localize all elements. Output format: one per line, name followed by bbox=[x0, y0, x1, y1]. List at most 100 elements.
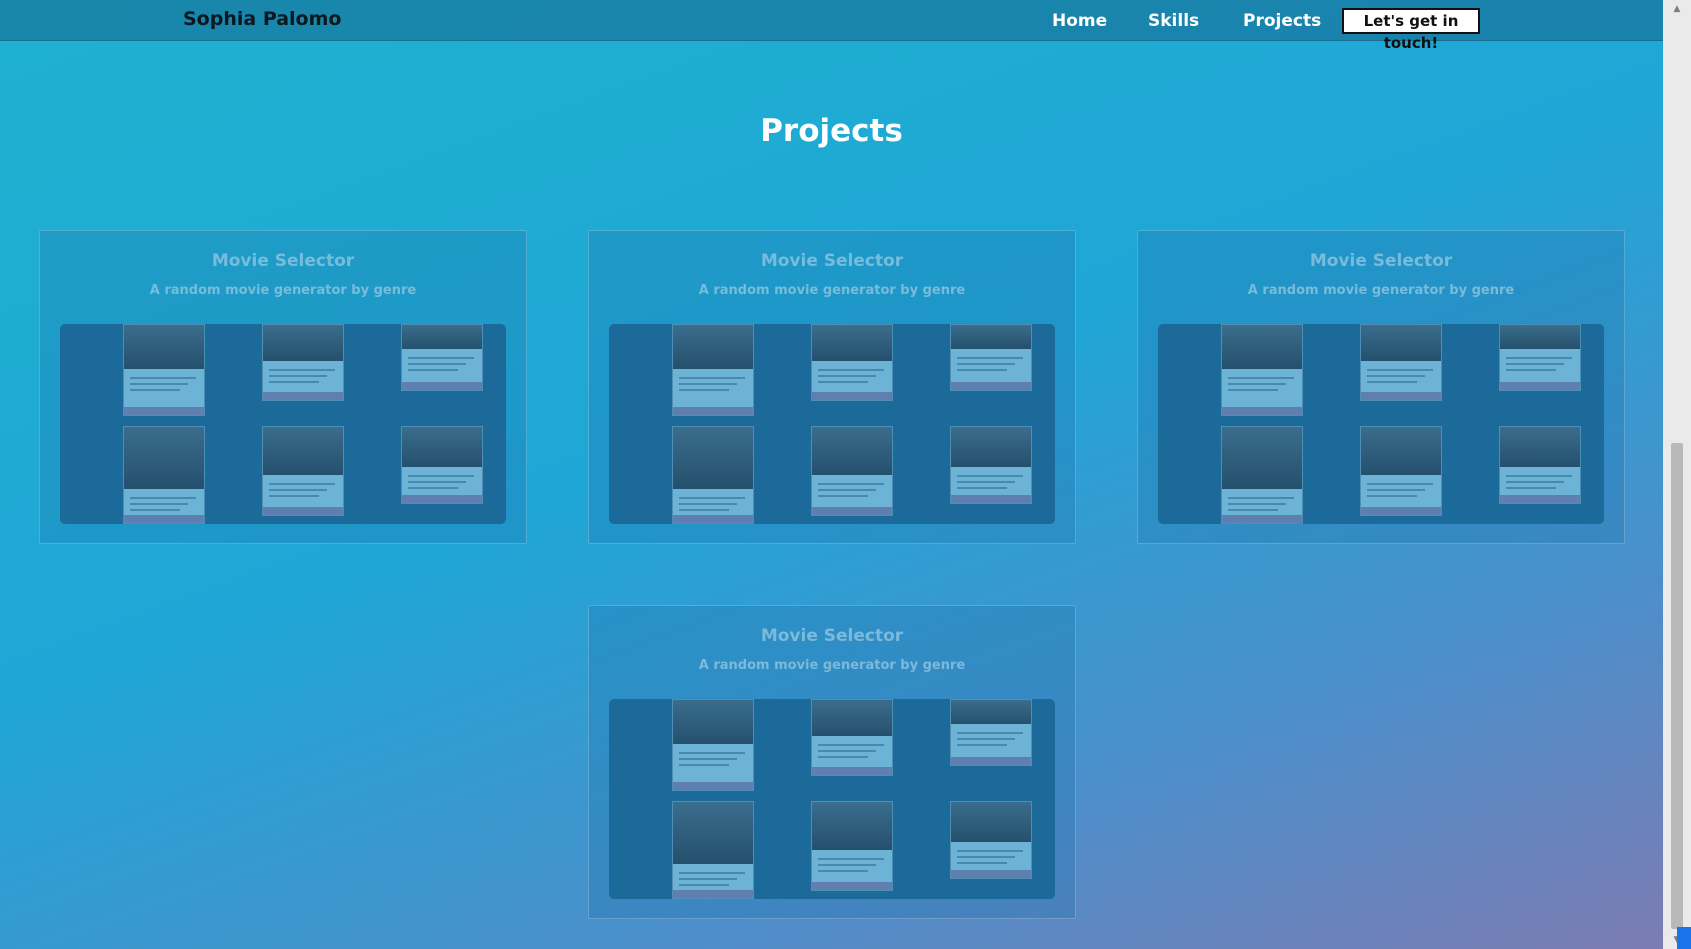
thumbnail-caption bbox=[812, 882, 892, 890]
top-navbar: Sophia Palomo Home Skills Projects Let's… bbox=[0, 0, 1663, 52]
thumbnail-text-line bbox=[408, 481, 466, 483]
thumbnail-text-line bbox=[408, 487, 458, 489]
thumbnail-caption bbox=[124, 407, 204, 415]
thumbnail-text-line bbox=[269, 483, 335, 485]
thumbnail-tile bbox=[811, 801, 893, 891]
thumbnail-text-line bbox=[818, 756, 868, 758]
project-card[interactable]: Movie Selector A random movie generator … bbox=[588, 230, 1076, 544]
thumbnail-tile bbox=[262, 324, 344, 401]
nav-home-link[interactable]: Home bbox=[1052, 11, 1107, 31]
thumbnail-photo bbox=[812, 325, 892, 361]
thumbnail-caption bbox=[673, 890, 753, 898]
thumbnail-text-line bbox=[818, 369, 884, 371]
thumbnail-text-line bbox=[679, 383, 737, 385]
thumbnail-tile bbox=[672, 324, 754, 416]
thumbnail-caption bbox=[263, 507, 343, 515]
thumbnail-caption bbox=[951, 382, 1031, 390]
thumbnail-text-line bbox=[679, 878, 737, 880]
project-card[interactable]: Movie Selector A random movie generator … bbox=[588, 605, 1076, 919]
thumbnail-text-line bbox=[957, 363, 1015, 365]
thumbnail-text-line bbox=[679, 752, 745, 754]
thumbnail-text-line bbox=[269, 381, 319, 383]
thumbnail-text-line bbox=[130, 377, 196, 379]
nav-projects-link[interactable]: Projects bbox=[1243, 11, 1321, 31]
thumbnail-text-line bbox=[818, 495, 868, 497]
thumbnail-photo bbox=[1500, 325, 1580, 349]
thumbnail-photo bbox=[124, 427, 204, 489]
thumbnail-text-line bbox=[1367, 381, 1417, 383]
thumbnail-text-line bbox=[1367, 495, 1417, 497]
project-subtitle: A random movie generator by genre bbox=[149, 283, 417, 298]
thumbnail-text-line bbox=[408, 363, 466, 365]
corner-indicator bbox=[1677, 927, 1691, 949]
project-subtitle: A random movie generator by genre bbox=[698, 283, 966, 298]
project-card[interactable]: Movie Selector A random movie generator … bbox=[1137, 230, 1625, 544]
thumbnail-caption bbox=[263, 392, 343, 400]
scroll-up-arrow-icon[interactable]: ▲ bbox=[1663, 0, 1691, 18]
thumbnail-tile bbox=[811, 324, 893, 401]
thumbnail-text-line bbox=[957, 744, 1007, 746]
thumbnail-photo bbox=[263, 325, 343, 361]
thumbnail-text-line bbox=[957, 487, 1007, 489]
brand-name[interactable]: Sophia Palomo bbox=[183, 8, 341, 30]
project-title: Movie Selector bbox=[760, 251, 904, 271]
thumbnail-photo bbox=[812, 802, 892, 850]
thumbnail-photo bbox=[673, 427, 753, 489]
thumbnail-caption bbox=[951, 870, 1031, 878]
thumbnail-text-line bbox=[679, 503, 737, 505]
thumbnail-photo bbox=[1222, 325, 1302, 369]
project-card[interactable]: Movie Selector A random movie generator … bbox=[39, 230, 527, 544]
contact-button[interactable]: Let's get in touch! bbox=[1342, 8, 1480, 52]
thumbnail-photo bbox=[124, 325, 204, 369]
project-screenshot bbox=[609, 699, 1055, 899]
thumbnail-photo bbox=[1361, 325, 1441, 361]
thumbnail-text-line bbox=[1506, 363, 1564, 365]
thumbnail-text-line bbox=[1228, 389, 1278, 391]
thumbnail-text-line bbox=[1506, 369, 1556, 371]
thumbnail-photo bbox=[951, 700, 1031, 724]
thumbnail-text-line bbox=[679, 758, 737, 760]
thumbnail-text-line bbox=[1367, 483, 1433, 485]
thumbnail-caption bbox=[402, 495, 482, 503]
thumbnail-caption bbox=[673, 515, 753, 523]
thumbnail-tile bbox=[1360, 324, 1442, 401]
thumbnail-photo bbox=[951, 325, 1031, 349]
scrollbar-thumb[interactable] bbox=[1671, 443, 1683, 929]
thumbnail-text-line bbox=[408, 357, 474, 359]
thumbnail-text-line bbox=[957, 369, 1007, 371]
thumbnail-caption bbox=[673, 407, 753, 415]
thumbnail-text-line bbox=[818, 750, 876, 752]
thumbnail-caption bbox=[1361, 507, 1441, 515]
thumbnail-tile bbox=[401, 324, 483, 391]
thumbnail-caption bbox=[812, 767, 892, 775]
thumbnail-tile bbox=[950, 801, 1032, 879]
thumbnail-photo bbox=[1361, 427, 1441, 475]
vertical-scrollbar[interactable]: ▲ ▼ bbox=[1663, 0, 1691, 949]
thumbnail-tile bbox=[1499, 426, 1581, 504]
thumbnail-photo bbox=[951, 802, 1031, 842]
thumbnail-text-line bbox=[957, 850, 1023, 852]
thumbnail-caption bbox=[1500, 495, 1580, 503]
thumbnail-text-line bbox=[269, 495, 319, 497]
thumbnail-caption bbox=[951, 757, 1031, 765]
project-title: Movie Selector bbox=[211, 251, 355, 271]
thumbnail-text-line bbox=[679, 509, 729, 511]
thumbnail-tile bbox=[672, 801, 754, 899]
thumbnail-tile bbox=[401, 426, 483, 504]
project-subtitle: A random movie generator by genre bbox=[698, 658, 966, 673]
project-title: Movie Selector bbox=[760, 626, 904, 646]
thumbnail-tile bbox=[811, 699, 893, 776]
thumbnail-photo bbox=[673, 325, 753, 369]
thumbnail-photo bbox=[951, 427, 1031, 467]
thumbnail-text-line bbox=[957, 862, 1007, 864]
thumbnail-photo bbox=[402, 325, 482, 349]
thumbnail-text-line bbox=[1367, 369, 1433, 371]
thumbnail-text-line bbox=[957, 481, 1015, 483]
thumbnail-text-line bbox=[408, 369, 458, 371]
thumbnail-text-line bbox=[1506, 487, 1556, 489]
nav-skills-link[interactable]: Skills bbox=[1148, 11, 1199, 31]
thumbnail-text-line bbox=[1506, 481, 1564, 483]
thumbnail-text-line bbox=[1367, 375, 1425, 377]
project-subtitle: A random movie generator by genre bbox=[1247, 283, 1515, 298]
page-title: Projects bbox=[760, 113, 903, 149]
